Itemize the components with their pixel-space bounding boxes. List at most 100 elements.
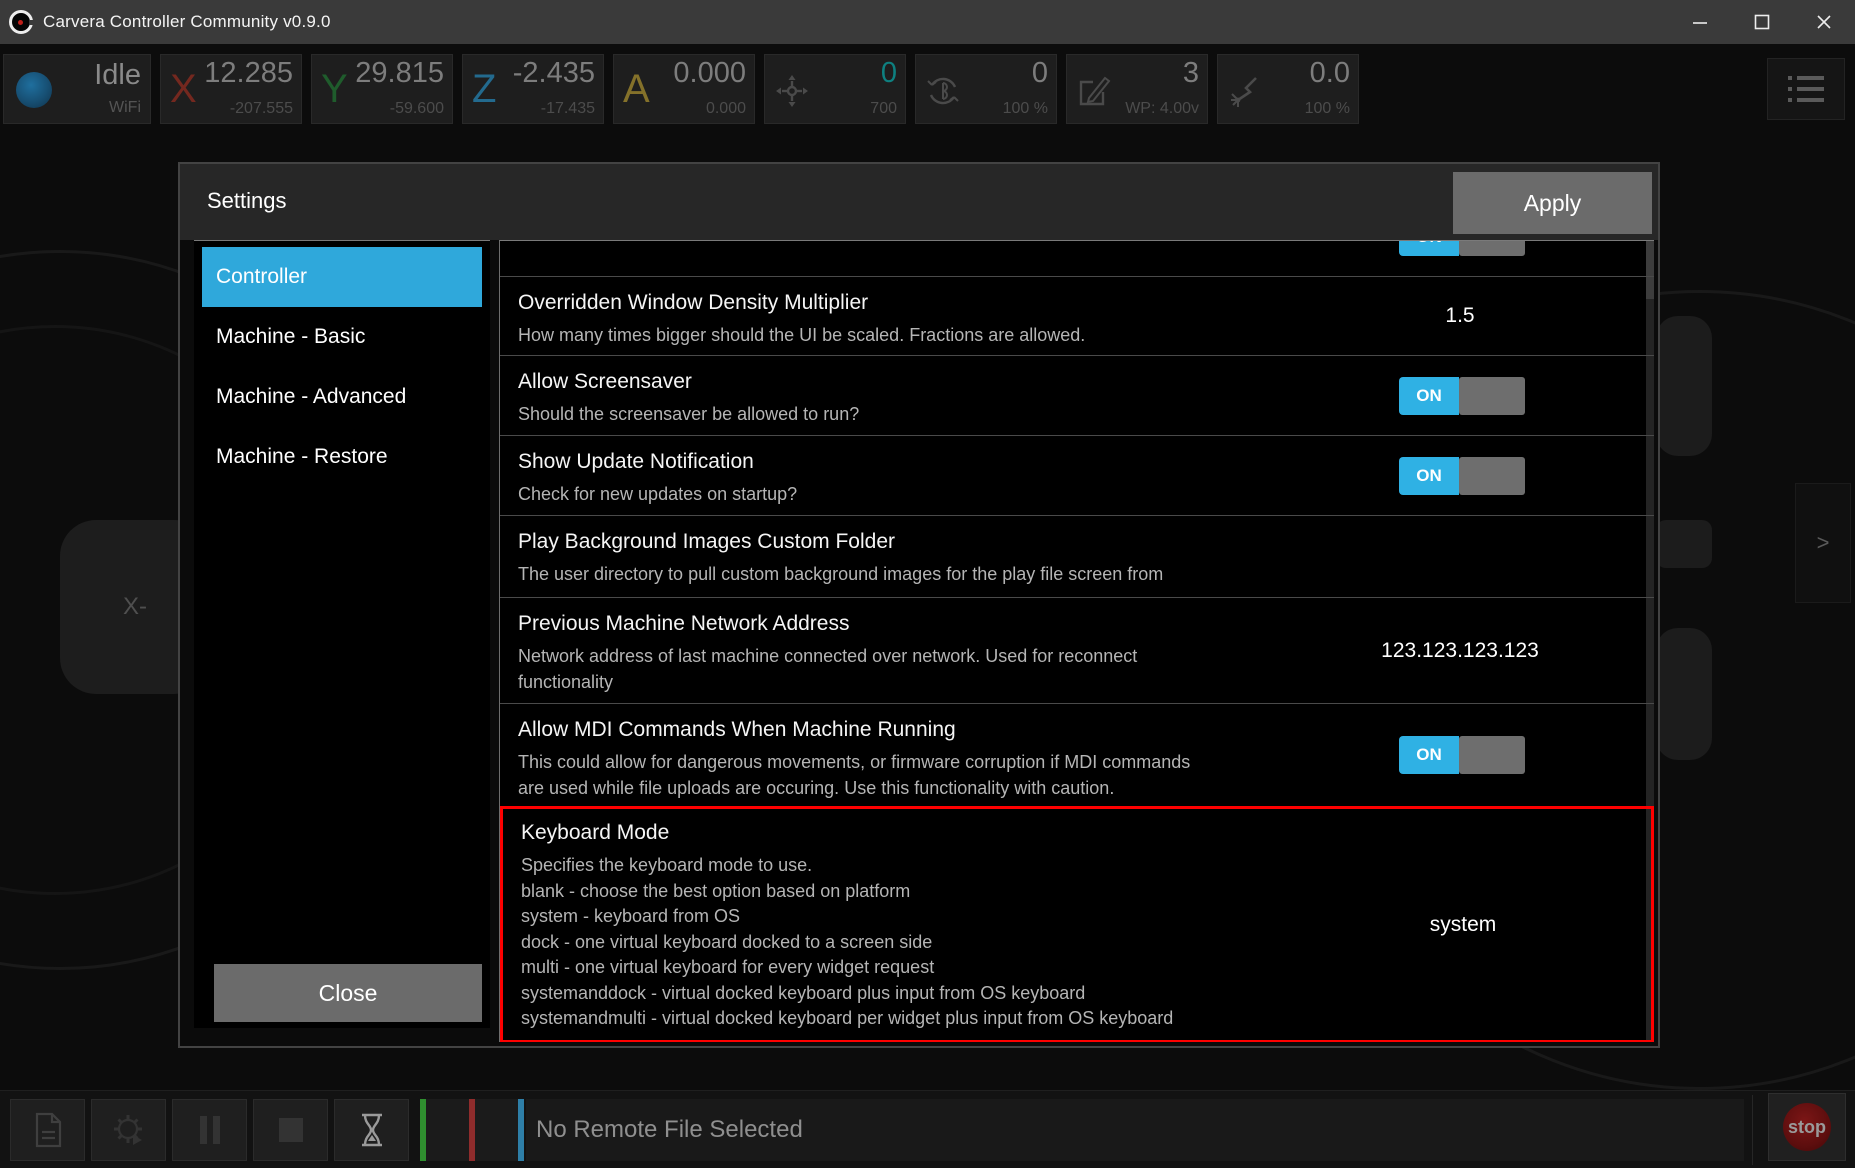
close-icon [1816, 14, 1832, 30]
settings-sidebar-items: Controller Machine - Basic Machine - Adv… [194, 241, 490, 487]
pause-button[interactable] [172, 1099, 247, 1161]
progress-segment [475, 1099, 518, 1161]
setting-title: Play Background Images Custom Folder [518, 527, 1636, 557]
laser-sub: 100 % [1305, 100, 1350, 118]
setting-row-network: Previous Machine Network Address Network… [500, 598, 1654, 704]
feed-rate-box[interactable]: 0 700 [764, 54, 906, 124]
toggle-on-label: ON [1399, 240, 1459, 256]
connection-status-icon [16, 72, 52, 108]
axis-x-letter: X [170, 67, 197, 112]
setting-toggle[interactable]: ON [1399, 240, 1525, 256]
setting-toggle[interactable]: ON [1399, 457, 1525, 495]
axis-y-value: 29.815 [355, 57, 444, 90]
axis-a-value: 0.000 [673, 57, 746, 90]
close-settings-button[interactable]: Close [214, 964, 482, 1022]
minimize-button[interactable] [1669, 0, 1731, 44]
connection-type-label: WiFi [109, 99, 141, 117]
apply-button[interactable]: Apply [1453, 172, 1652, 234]
bottom-bar: No Remote File Selected stop [0, 1090, 1855, 1168]
stop-job-button[interactable] [253, 1099, 328, 1161]
axis-y-letter: Y [321, 67, 348, 112]
sidebar-item-machine-basic[interactable]: Machine - Basic [202, 307, 482, 367]
main-menu-button[interactable] [1767, 58, 1845, 120]
remote-file-status-box[interactable]: No Remote File Selected [526, 1099, 1744, 1161]
jog-right-button-middle[interactable] [1656, 520, 1712, 568]
menu-list-icon [1784, 71, 1828, 107]
axis-box-y[interactable]: Y 29.815 -59.600 [311, 54, 453, 124]
sidebar-category-label: Machine - Restore [216, 445, 388, 469]
emergency-stop-icon: stop [1783, 1103, 1831, 1151]
maximize-icon [1754, 14, 1770, 30]
close-button[interactable] [1793, 0, 1855, 44]
toggle-handle[interactable] [1459, 736, 1525, 774]
edit-workpiece-icon [1075, 72, 1113, 115]
setting-row-screensaver: Allow Screensaver Should the screensaver… [500, 356, 1654, 436]
settings-sidebar: Controller Machine - Basic Machine - Adv… [194, 240, 490, 1028]
progress-green-bar [420, 1099, 426, 1161]
setting-title: Previous Machine Network Address [518, 609, 1636, 639]
settings-dialog-header: Settings Apply [180, 164, 1658, 240]
setting-row-density: Overridden Window Density Multiplier How… [500, 277, 1654, 356]
stop-square-icon [275, 1114, 307, 1146]
toggle-on-label: ON [1399, 736, 1459, 774]
progress-segment [426, 1099, 469, 1161]
laser-value: 0.0 [1310, 57, 1350, 90]
axis-box-x[interactable]: X 12.285 -207.555 [160, 54, 302, 124]
job-queue-button[interactable] [334, 1099, 409, 1161]
minimize-icon [1692, 14, 1708, 30]
setting-value-field[interactable]: system [1313, 913, 1613, 937]
sidebar-item-machine-restore[interactable]: Machine - Restore [202, 427, 482, 487]
toggle-handle[interactable] [1459, 377, 1525, 415]
jog-right-button-top[interactable] [1656, 316, 1712, 456]
workpiece-voltage-sub: WP: 4.00v [1125, 100, 1199, 118]
setting-description: Specifies the keyboard mode to use. blan… [521, 853, 1501, 1032]
setting-row-dpi: Should the OS DPI settings be overridden… [500, 240, 1654, 277]
maximize-button[interactable] [1731, 0, 1793, 44]
setting-toggle[interactable]: ON [1399, 736, 1525, 774]
toggle-on-label: ON [1399, 377, 1459, 415]
machine-state-box[interactable]: Idle WiFi [3, 54, 151, 124]
file-icon [31, 1110, 65, 1150]
setting-row-keyboard: Keyboard Mode Specifies the keyboard mod… [500, 806, 1654, 1042]
axis-box-z[interactable]: Z -2.435 -17.435 [462, 54, 604, 124]
spindle-sub: 100 % [1003, 100, 1048, 118]
setting-toggle[interactable]: ON [1399, 377, 1525, 415]
setting-title: Keyboard Mode [521, 818, 1633, 848]
sidebar-category-label: Controller [216, 265, 307, 289]
file-open-button[interactable] [10, 1099, 85, 1161]
sidebar-item-controller[interactable]: Controller [202, 247, 482, 307]
workpiece-box[interactable]: 3 WP: 4.00v [1066, 54, 1208, 124]
settings-dialog-title: Settings [207, 188, 287, 214]
toggle-handle[interactable] [1459, 240, 1525, 256]
axis-a-letter: A [623, 67, 650, 112]
gear-play-icon [108, 1109, 150, 1151]
toggle-handle[interactable] [1459, 457, 1525, 495]
spindle-box[interactable]: 0 100 % [915, 54, 1057, 124]
window-controls [1669, 0, 1855, 44]
sidebar-item-machine-advanced[interactable]: Machine - Advanced [202, 367, 482, 427]
bottom-bar-divider [1752, 1095, 1753, 1165]
setting-description: This could allow for dangerous movements… [518, 750, 1498, 801]
axis-z-letter: Z [472, 67, 496, 112]
jog-right-button-bottom[interactable] [1656, 628, 1712, 760]
machine-state-label: Idle [94, 59, 141, 92]
move-arrows-icon [773, 72, 811, 115]
emergency-stop-button[interactable]: stop [1768, 1093, 1846, 1161]
window-title: Carvera Controller Community v0.9.0 [43, 12, 331, 32]
progress-blue-bar [518, 1099, 524, 1161]
setting-description: Check for new updates on startup? [518, 482, 1498, 508]
setting-value-field[interactable]: 1.5 [1310, 304, 1610, 328]
settings-dialog: Settings Apply Controller Machine - Basi… [178, 162, 1660, 1048]
pause-icon [195, 1112, 225, 1148]
tool-number-value: 3 [1183, 57, 1199, 90]
spindle-value: 0 [1032, 57, 1048, 90]
progress-red-bar [469, 1099, 475, 1161]
axis-box-a[interactable]: A 0.000 0.000 [613, 54, 755, 124]
setting-value-field[interactable]: 123.123.123.123 [1310, 639, 1610, 663]
laser-box[interactable]: 0.0 100 % [1217, 54, 1359, 124]
setting-description: Should the screensaver be allowed to run… [518, 402, 1498, 428]
feed-rate-sub: 700 [870, 100, 897, 118]
run-job-button[interactable] [91, 1099, 166, 1161]
setting-row-update: Show Update Notification Check for new u… [500, 436, 1654, 516]
app-logo-icon [9, 10, 33, 34]
